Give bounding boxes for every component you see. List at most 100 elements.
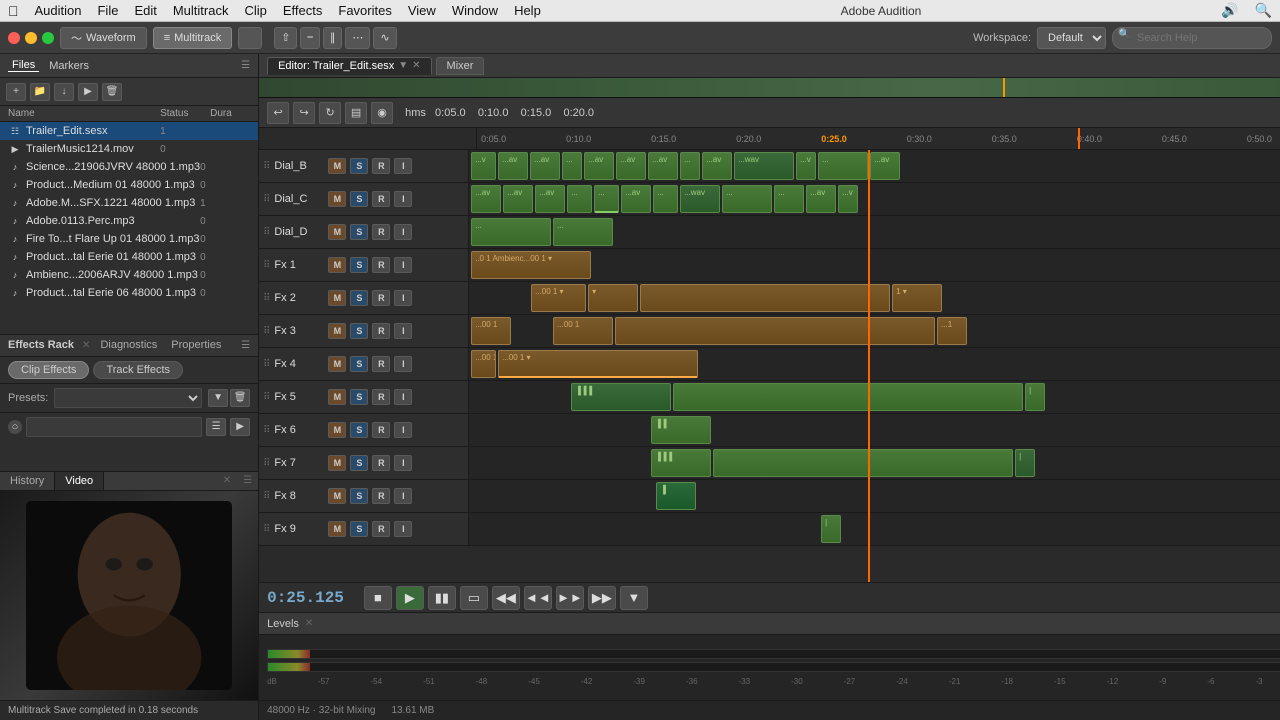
clip[interactable]: ...av [648, 152, 678, 180]
track-drag-handle[interactable]: ⠿ [263, 524, 270, 535]
slip-tool[interactable]: ⋯ [345, 27, 370, 49]
clip[interactable]: ▐▐▐ [651, 449, 711, 477]
clip[interactable]: ...av [616, 152, 646, 180]
mute-button-fx7[interactable]: M [328, 455, 346, 471]
apple-menu[interactable]:  [8, 3, 19, 19]
record-button-fx6[interactable]: R [372, 422, 390, 438]
pause-button[interactable]: ▮▮ [428, 586, 456, 610]
record-button-dial-d[interactable]: R [372, 224, 390, 240]
menu-audition[interactable]: Audition [35, 3, 82, 18]
presets-del-btn[interactable]: 🗑 [230, 389, 250, 407]
markers-tab[interactable]: Markers [45, 60, 93, 72]
return-btn[interactable]: ↩ [267, 102, 289, 124]
clip[interactable]: ...av [471, 185, 501, 213]
autoplay-btn[interactable]: ▶ [78, 83, 98, 101]
mute-button-fx3[interactable]: M [328, 323, 346, 339]
menu-window[interactable]: Window [452, 3, 498, 18]
clip[interactable]: ... [774, 185, 804, 213]
input-button-dial-b[interactable]: I [394, 158, 412, 174]
more-button[interactable]: ▼ [620, 586, 648, 610]
waveform-button[interactable]: 〜 Waveform [60, 27, 147, 49]
track-drag-handle[interactable]: ⠿ [263, 425, 270, 436]
maximize-button[interactable] [42, 32, 54, 44]
list-item[interactable]: ♪ Fire To...t Flare Up 01 48000 1.mp3 0 [0, 230, 258, 248]
clip[interactable]: ... [471, 218, 551, 246]
menu-file[interactable]: File [97, 3, 118, 18]
mute-button-dial-d[interactable]: M [328, 224, 346, 240]
record-button-fx5[interactable]: R [372, 389, 390, 405]
loop-btn[interactable]: ↻ [319, 102, 341, 124]
clip-effects-button[interactable]: Clip Effects [8, 361, 89, 379]
history-tab[interactable]: History [0, 472, 55, 490]
video-panel-menu[interactable]: ☰ [237, 475, 258, 486]
list-item[interactable]: ♪ Product...tal Eerie 06 48000 1.mp3 0 [0, 284, 258, 302]
time-tool[interactable]: ∥ [323, 27, 343, 49]
input-button-fx2[interactable]: I [394, 290, 412, 306]
rewind-button[interactable]: ◄◄ [524, 586, 552, 610]
track-content-fx5[interactable]: ▐▐▐ | [469, 381, 1280, 413]
track-content-fx2[interactable]: ...00 1 ▾ ▾ 1 ▾ [469, 282, 1280, 314]
clip[interactable]: ...00 1 ▾ [498, 350, 698, 378]
clip[interactable]: ...av [530, 152, 560, 180]
record-button-fx1[interactable]: R [372, 257, 390, 273]
clip[interactable]: ...v [796, 152, 816, 180]
input-monitor[interactable]: ◉ [371, 102, 393, 124]
effects-power-btn[interactable]: ○ [8, 420, 22, 434]
clip[interactable]: ...00 1 [471, 317, 511, 345]
clip[interactable]: ...wav [734, 152, 794, 180]
track-drag-handle[interactable]: ⠿ [263, 227, 270, 238]
solo-button-fx4[interactable]: S [350, 356, 368, 372]
record-button-fx8[interactable]: R [372, 488, 390, 504]
list-item[interactable]: ♪ Product...Medium 01 48000 1.mp3 0 [0, 176, 258, 194]
clip[interactable]: ... [680, 152, 700, 180]
clip[interactable] [713, 449, 1013, 477]
record-button-fx4[interactable]: R [372, 356, 390, 372]
fade-tool[interactable]: ∿ [373, 27, 396, 49]
meter-btn[interactable]: ▤ [345, 102, 367, 124]
track-drag-handle[interactable]: ⠿ [263, 392, 270, 403]
clip[interactable]: ...av [498, 152, 528, 180]
clip[interactable] [640, 284, 890, 312]
list-item[interactable]: ♪ Science...21906JVRV 48000 1.mp3 0 [0, 158, 258, 176]
workspace-select[interactable]: Default [1037, 27, 1106, 49]
clip[interactable]: ... [553, 218, 613, 246]
clip[interactable]: ...v [471, 152, 496, 180]
menu-clip[interactable]: Clip [244, 3, 266, 18]
track-drag-handle[interactable]: ⠿ [263, 161, 270, 172]
record-button-dial-c[interactable]: R [372, 191, 390, 207]
video-panel-close[interactable]: ✕ [217, 475, 237, 486]
solo-button-fx8[interactable]: S [350, 488, 368, 504]
clip[interactable]: ...av [535, 185, 565, 213]
record-button-dial-b[interactable]: R [372, 158, 390, 174]
solo-button-fx9[interactable]: S [350, 521, 368, 537]
clip[interactable]: ..0 1 Ambienc...00 1 ▾ [471, 251, 591, 279]
goto-btn[interactable]: ↪ [293, 102, 315, 124]
clip[interactable]: ...av [584, 152, 614, 180]
select-tool[interactable]: ⇧ [274, 27, 297, 49]
next-button[interactable]: ▶▶ [588, 586, 616, 610]
video-tab[interactable]: Video [55, 472, 104, 490]
mute-button-fx4[interactable]: M [328, 356, 346, 372]
solo-button-fx7[interactable]: S [350, 455, 368, 471]
clip[interactable]: ... [562, 152, 582, 180]
track-content-fx1[interactable]: ..0 1 Ambienc...00 1 ▾ [469, 249, 1280, 281]
mixer-tab[interactable]: Mixer [436, 57, 485, 75]
mute-button-fx6[interactable]: M [328, 422, 346, 438]
play-button[interactable]: ▶ [396, 586, 424, 610]
clip[interactable]: ▾ [588, 284, 638, 312]
track-content-fx9[interactable]: | [469, 513, 1280, 545]
track-content-fx7[interactable]: ▐▐▐ | [469, 447, 1280, 479]
new-file-btn[interactable]: + [6, 83, 26, 101]
input-button-fx6[interactable]: I [394, 422, 412, 438]
track-drag-handle[interactable]: ⠿ [263, 260, 270, 271]
effects-rack-close[interactable]: ✕ [82, 340, 90, 351]
editor-tab-x[interactable]: ✕ [412, 60, 420, 71]
track-drag-handle[interactable]: ⠿ [263, 359, 270, 370]
solo-button-fx1[interactable]: S [350, 257, 368, 273]
presets-select[interactable] [54, 388, 202, 408]
record-button-fx7[interactable]: R [372, 455, 390, 471]
properties-tab[interactable]: Properties [167, 339, 225, 351]
list-item[interactable]: ♪ Product...tal Eerie 01 48000 1.mp3 0 [0, 248, 258, 266]
track-drag-handle[interactable]: ⠿ [263, 194, 270, 205]
files-panel-close[interactable]: ☰ [241, 60, 250, 71]
